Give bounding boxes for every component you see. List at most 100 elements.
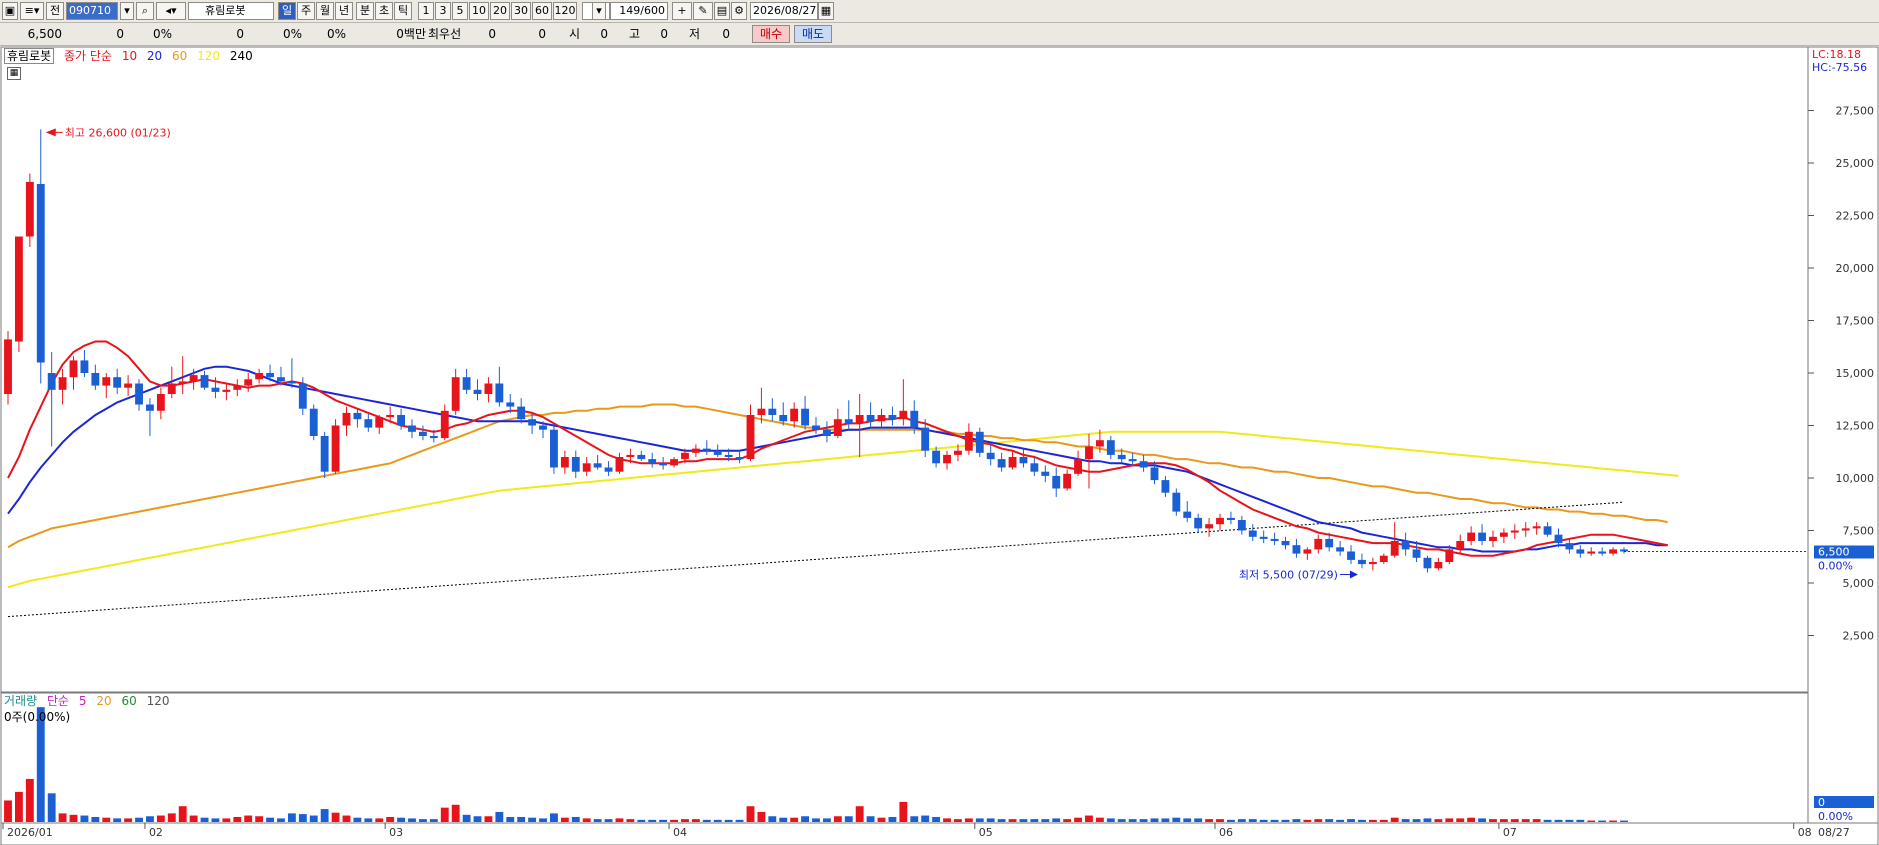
price-volume-chart[interactable]: 2,500 5,000 7,500 10,000 12,500 15,000 17,500 2…	[0, 46, 1879, 845]
minute-1[interactable]: 1	[418, 2, 434, 20]
market-label[interactable]: 전	[46, 2, 64, 20]
volume-bar	[539, 818, 547, 822]
layout-icon[interactable]: ▣	[2, 2, 18, 20]
calendar-icon[interactable]: ▦	[818, 2, 834, 20]
minute-120[interactable]: 120	[553, 2, 577, 20]
candle-body	[36, 184, 45, 363]
volume-legend-ma20: 20	[96, 694, 112, 708]
candle-body	[855, 415, 864, 424]
volume-bar	[735, 819, 744, 822]
code-dropdown-icon[interactable]: ▾	[120, 2, 134, 20]
candle-body	[986, 452, 995, 460]
volume-bar	[560, 817, 569, 822]
legend-ma120: 120	[197, 49, 221, 63]
candle-body	[309, 408, 318, 436]
volume-bar	[844, 816, 853, 822]
volume-bar	[386, 816, 395, 822]
gear-icon[interactable]: ⚙	[731, 2, 747, 20]
period-minute[interactable]: 분	[356, 2, 374, 20]
save-icon[interactable]: ▤	[714, 2, 730, 20]
candle-body	[14, 236, 23, 342]
candle-body	[353, 412, 362, 420]
candle-body	[1106, 440, 1115, 455]
volume-bar	[1543, 819, 1552, 822]
volume-bar	[1117, 819, 1126, 822]
period-second[interactable]: 초	[375, 2, 393, 20]
volume-bar	[1248, 819, 1257, 822]
volume-bar	[506, 816, 515, 822]
volume-legend: 거래량 단순 5 20 60 120	[4, 693, 175, 709]
lc-label: LC:18.18	[1812, 48, 1861, 61]
search-icon[interactable]: ⌕	[136, 2, 154, 20]
minute-30[interactable]: 30	[511, 2, 531, 20]
volume-legend-name[interactable]: 거래량	[4, 694, 37, 708]
stock-name: 휴림로봇	[205, 4, 246, 17]
volume-legend-ma5: 5	[78, 694, 87, 708]
sell-button[interactable]: 매도	[794, 25, 832, 43]
volume-bar	[855, 806, 864, 822]
candle-body	[1368, 562, 1377, 565]
market-select-icon[interactable]: ≡▾	[20, 2, 44, 20]
zoom-icon[interactable]: +	[672, 2, 692, 20]
volume-bar	[637, 819, 646, 822]
count-field[interactable]: 149/600	[610, 2, 668, 20]
volume-bar	[833, 816, 842, 822]
candle-body	[189, 375, 198, 382]
interval-dropdown-icon[interactable]: ▾	[592, 2, 606, 20]
date-input[interactable]: 2026/08/27	[750, 2, 818, 20]
minute-3[interactable]: 3	[435, 2, 451, 20]
candle-body	[146, 404, 154, 411]
volume-legend-ma60: 60	[121, 694, 137, 708]
volume-bar	[997, 819, 1006, 822]
candle-body	[1609, 549, 1618, 554]
change-percent: 0%	[152, 27, 172, 41]
volume-bar	[189, 815, 198, 822]
period-day[interactable]: 일	[278, 2, 296, 20]
volume-bar	[528, 817, 537, 822]
volume-percent: 0%	[282, 27, 302, 41]
candle-body	[899, 410, 908, 420]
period-month[interactable]: 월	[316, 2, 334, 20]
date-tick-label: 08	[1798, 826, 1812, 839]
candle-body	[102, 377, 111, 386]
volume-bar	[681, 819, 689, 822]
candle-body	[1063, 473, 1072, 489]
candle-body	[1467, 532, 1476, 541]
date-right-label: 08/27	[1818, 826, 1850, 839]
volume-bar	[954, 819, 962, 822]
legend-stock-name[interactable]: 휴림로봇	[4, 48, 55, 64]
minute-10[interactable]: 10	[469, 2, 489, 20]
volume-bar	[801, 816, 810, 822]
quote-bar: 6,500 0 0% 0 0% 0% 0백만 최우선 0 0 시 0 고 0 저…	[0, 23, 1879, 46]
volume-bar	[1019, 819, 1028, 822]
minute-5[interactable]: 5	[452, 2, 468, 20]
price-tick-label: 10,000	[1836, 472, 1875, 485]
period-year[interactable]: 년	[335, 2, 353, 20]
candle-body	[768, 408, 777, 415]
candle-body	[375, 417, 384, 428]
price-tick-label: 17,500	[1836, 315, 1875, 328]
stock-code-input[interactable]: 090710	[66, 2, 118, 20]
volume-bar	[320, 809, 329, 822]
volume-bar	[604, 819, 613, 822]
grid-icon[interactable]: ▦	[7, 67, 21, 80]
volume-bar	[517, 816, 526, 822]
sound-icon[interactable]: ◂▾	[156, 2, 186, 20]
volume-bar	[146, 816, 154, 822]
minute-20[interactable]: 20	[490, 2, 510, 20]
legend-ma240: 240	[229, 49, 253, 63]
volume-bar	[495, 811, 504, 822]
tool-icon[interactable]: ✎	[693, 2, 713, 20]
volume-bar	[102, 817, 111, 822]
buy-button[interactable]: 매수	[752, 25, 790, 43]
candle-body	[1325, 538, 1334, 548]
stock-name-field[interactable]: 휴림로봇	[188, 2, 274, 20]
volume-bar	[156, 815, 165, 822]
period-week[interactable]: 주	[297, 2, 315, 20]
period-tick[interactable]: 틱	[394, 2, 412, 20]
minute-60[interactable]: 60	[532, 2, 552, 20]
volume-bar	[429, 819, 438, 822]
high-value: 0	[660, 27, 668, 41]
candle-body	[659, 463, 668, 466]
candle-body	[364, 419, 373, 428]
